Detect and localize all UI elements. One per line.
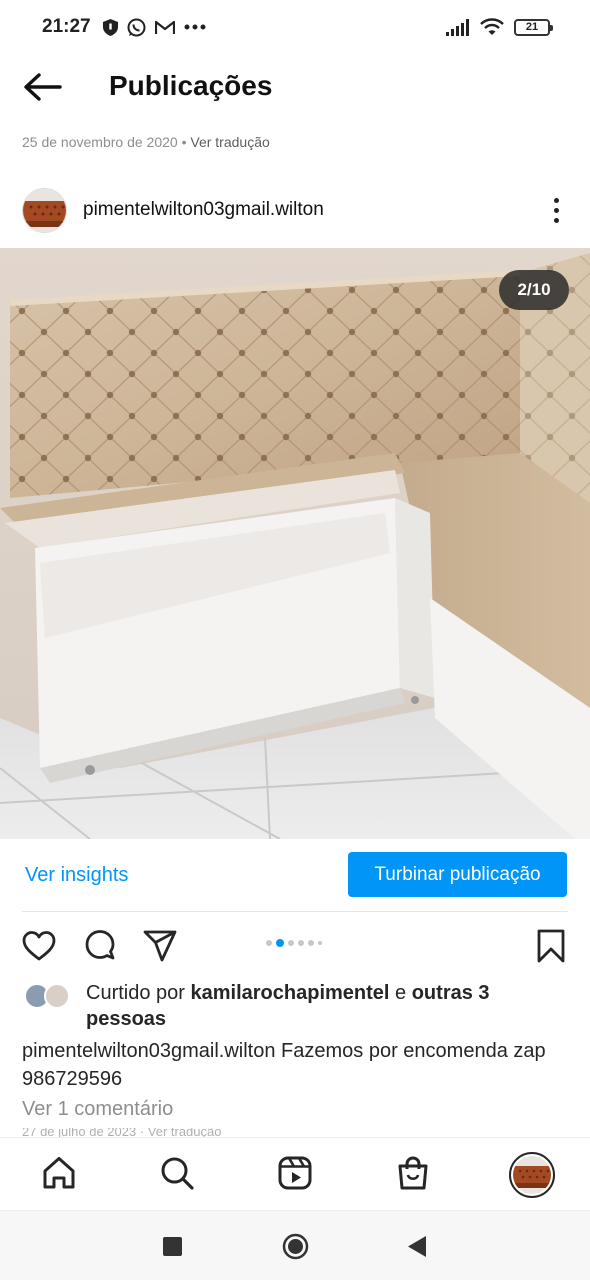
post-actions — [0, 924, 590, 968]
share-icon[interactable] — [142, 928, 178, 964]
caption-username[interactable]: pimentelwilton03gmail.wilton — [22, 1040, 275, 1062]
likes-summary[interactable]: Curtido por kamilarochapimentel e outras… — [22, 980, 568, 1032]
boost-post-button[interactable]: Turbinar publicação — [348, 852, 567, 897]
bottom-tab-bar — [0, 1137, 590, 1209]
liker-avatar — [44, 983, 70, 1009]
liker-username[interactable]: kamilarochapimentel — [191, 982, 390, 1004]
bookmark-icon[interactable] — [533, 928, 569, 964]
carousel-dot — [298, 940, 304, 946]
system-navigation-bar — [0, 1210, 590, 1280]
other-likers[interactable]: outras 3 — [412, 982, 490, 1004]
comment-icon[interactable] — [82, 928, 118, 964]
liker-avatars — [24, 983, 76, 1011]
divider — [22, 911, 568, 912]
search-icon[interactable] — [158, 1154, 196, 1192]
likes-text-line2: pessoas — [22, 1006, 568, 1032]
carousel-dot — [308, 940, 314, 946]
more-options-icon[interactable] — [544, 195, 568, 225]
recents-square-icon[interactable] — [163, 1237, 182, 1256]
battery-level: 21 — [525, 21, 539, 33]
post-caption: pimentelwilton03gmail.wilton Fazemos por… — [22, 1037, 568, 1093]
carousel-indicator — [266, 939, 322, 947]
app-bar: Publicações — [0, 62, 590, 112]
profile-avatar[interactable] — [509, 1152, 555, 1198]
avatar[interactable] — [22, 187, 67, 233]
shield-icon — [102, 18, 118, 36]
carousel-dot — [318, 941, 322, 945]
arrow-left-icon[interactable] — [22, 72, 62, 102]
post-date-line: 25 de novembro de 2020 • Ver tradução — [22, 134, 270, 150]
notification-icons — [102, 18, 206, 37]
view-insights-link[interactable]: Ver insights — [25, 864, 128, 887]
heart-icon[interactable] — [21, 928, 57, 964]
status-bar: 21:27 21 — [0, 0, 590, 54]
view-comments-link[interactable]: Ver 1 comentário — [22, 1098, 173, 1121]
post-image[interactable] — [0, 248, 590, 839]
other-likers-continued[interactable]: pessoas — [86, 1008, 166, 1030]
sofa-photo — [0, 248, 590, 839]
page-title: Publicações — [109, 70, 273, 101]
translate-link[interactable]: Ver tradução — [190, 134, 269, 150]
more-notifications-icon — [184, 24, 206, 30]
likes-conjunction: e — [389, 982, 412, 1004]
battery-icon: 21 — [514, 18, 553, 36]
carousel-dot-active — [276, 939, 284, 947]
carousel-dot — [288, 940, 294, 946]
insights-row: Ver insights Turbinar publicação — [0, 850, 590, 900]
post-date: 25 de novembro de 2020 — [22, 134, 178, 150]
post-header: pimentelwilton03gmail.wilton — [22, 186, 568, 234]
signal-icon — [446, 18, 469, 36]
whatsapp-icon — [127, 18, 146, 36]
shop-icon[interactable] — [394, 1154, 432, 1192]
reels-icon[interactable] — [276, 1154, 314, 1192]
wifi-icon — [480, 18, 504, 35]
likes-prefix: Curtido por — [86, 982, 191, 1004]
status-time: 21:27 — [42, 16, 91, 37]
home-icon[interactable] — [40, 1154, 78, 1192]
back-triangle-icon[interactable] — [407, 1236, 427, 1257]
likes-text: Curtido por kamilarochapimentel e outras… — [22, 980, 568, 1006]
image-counter-badge: 2/10 — [499, 270, 569, 310]
gmail-icon — [154, 20, 175, 34]
carousel-dot — [266, 940, 272, 946]
home-circle-icon[interactable] — [282, 1233, 309, 1260]
post-username[interactable]: pimentelwilton03gmail.wilton — [83, 199, 324, 221]
system-icons: 21 — [446, 18, 553, 36]
date-separator: • — [177, 134, 191, 150]
